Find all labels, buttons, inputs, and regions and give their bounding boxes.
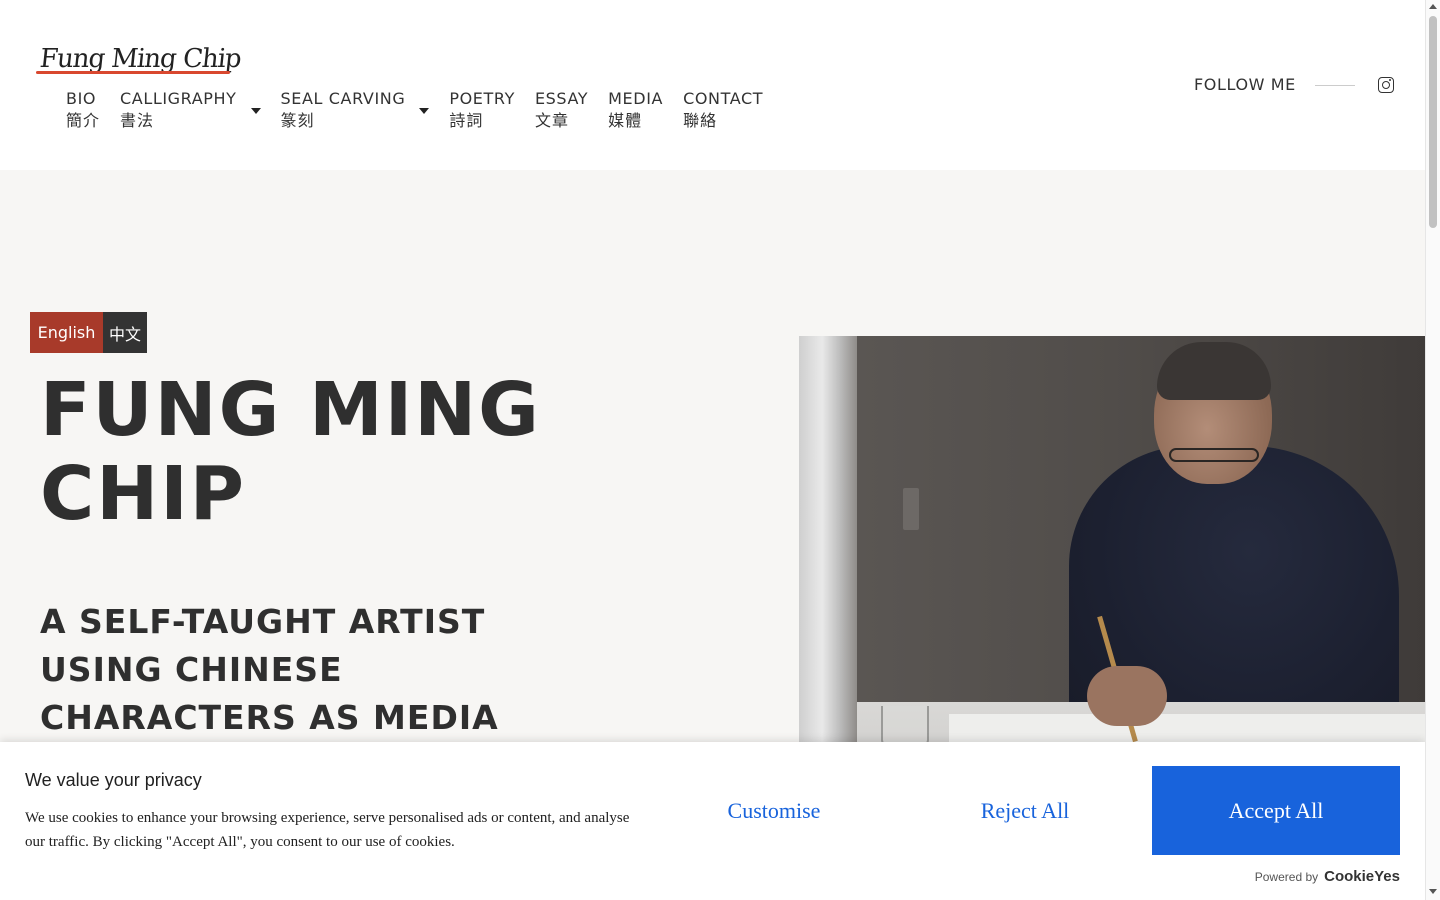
customise-button[interactable]: Customise <box>650 766 898 855</box>
nav-label: MEDIA <box>608 89 664 108</box>
nav-label: CONTACT <box>683 89 764 108</box>
nav-item-label-group: CALLIGRAPHY 書法 <box>120 88 237 132</box>
hero-title: Fung Ming Chip <box>40 367 541 537</box>
nav-label: CALLIGRAPHY <box>120 89 237 108</box>
nav-label-zh: 簡介 <box>66 111 101 130</box>
photo-artist-glasses <box>1169 448 1259 462</box>
page-scrollbar[interactable] <box>1425 0 1440 900</box>
nav-item-seal-carving[interactable]: SEAL CARVING 篆刻 <box>281 88 430 132</box>
instagram-icon[interactable] <box>1378 77 1394 93</box>
nav-label-zh: 文章 <box>534 111 569 130</box>
scroll-down-icon[interactable] <box>1429 889 1437 894</box>
nav-label: SEAL CARVING <box>280 89 406 108</box>
cookie-title: We value your privacy <box>25 770 202 790</box>
powered-by-label: Powered by <box>1254 870 1319 884</box>
lang-english-button[interactable]: English <box>30 312 103 353</box>
nav-item-contact[interactable]: CONTACT 聯絡 <box>683 88 763 132</box>
nav-label: ESSAY <box>534 89 589 108</box>
nav-item-label-group: CONTACT 聯絡 <box>683 88 763 132</box>
cookie-description: We use cookies to enhance your browsing … <box>25 810 630 850</box>
photo-light-switch <box>903 488 919 530</box>
nav-label: POETRY <box>449 89 515 108</box>
nav-label: BIO <box>66 89 97 108</box>
nav-label-zh: 篆刻 <box>280 111 315 130</box>
nav-item-media[interactable]: MEDIA 媒體 <box>608 88 663 132</box>
nav-item-label-group: POETRY 詩詞 <box>449 88 515 132</box>
caret-down-icon[interactable] <box>419 108 430 114</box>
nav-label-zh: 聯絡 <box>683 111 718 130</box>
language-switcher: English 中文 <box>30 312 147 353</box>
caret-down-icon[interactable] <box>250 108 261 114</box>
follow-divider <box>1315 85 1355 86</box>
reject-all-button[interactable]: Reject All <box>901 766 1149 855</box>
cookieyes-logo: CookieYes <box>1324 868 1400 885</box>
nav-item-label-group: BIO 簡介 <box>66 88 100 132</box>
nav-item-poetry[interactable]: POETRY 詩詞 <box>449 88 515 132</box>
site-logo[interactable]: Fung Ming Chip <box>36 40 242 82</box>
site-header: Fung Ming Chip BIO 簡介 CALLIGRAPHY 書法 SEA… <box>0 0 1425 170</box>
nav-item-label-group: SEAL CARVING 篆刻 <box>281 88 406 132</box>
accept-all-button[interactable]: Accept All <box>1152 766 1400 855</box>
hero-subtitle: A self-taught artist using Chinese chara… <box>40 602 499 737</box>
photo-artist-hair <box>1157 342 1271 400</box>
follow-me-label: FOLLOW ME <box>1194 75 1296 94</box>
main-nav: BIO 簡介 CALLIGRAPHY 書法 SEAL CARVING 篆刻 PO… <box>66 88 783 132</box>
nav-item-label-group: MEDIA 媒體 <box>608 88 663 132</box>
photo-paper <box>949 714 1425 744</box>
photo-water-glass <box>881 706 929 746</box>
scroll-up-icon[interactable] <box>1429 4 1437 9</box>
lang-chinese-button[interactable]: 中文 <box>103 312 147 353</box>
logo-underline <box>36 71 230 74</box>
nav-item-bio[interactable]: BIO 簡介 <box>66 88 100 132</box>
photo-artist-hand <box>1087 666 1167 726</box>
cookie-consent-banner: We value your privacy We use cookies to … <box>0 742 1425 900</box>
nav-label-zh: 書法 <box>120 111 155 130</box>
nav-item-essay[interactable]: ESSAY 文章 <box>535 88 588 132</box>
nav-label-zh: 詩詞 <box>449 111 484 130</box>
nav-item-label-group: ESSAY 文章 <box>535 88 588 132</box>
nav-label-zh: 媒體 <box>608 111 643 130</box>
nav-item-calligraphy[interactable]: CALLIGRAPHY 書法 <box>120 88 261 132</box>
scroll-thumb[interactable] <box>1429 16 1437 228</box>
powered-by[interactable]: Powered by CookieYes <box>1255 868 1400 885</box>
logo-text: Fung Ming Chip <box>38 44 243 74</box>
